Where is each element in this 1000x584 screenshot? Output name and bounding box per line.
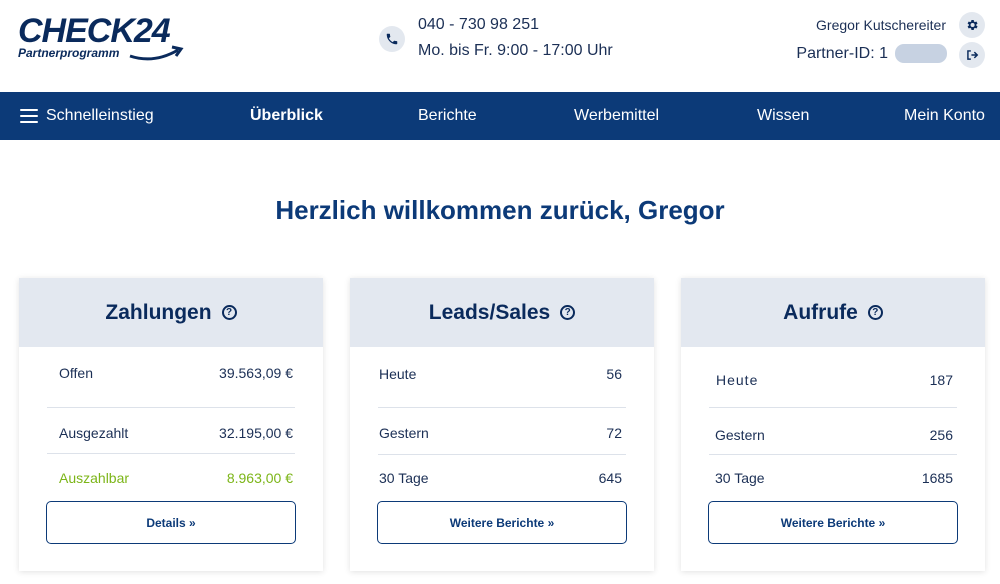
phone-icon <box>379 26 405 52</box>
welcome-heading: Herzlich willkommen zurück, Gregor <box>275 195 725 225</box>
row-value: 187 <box>929 372 953 388</box>
row-value: 39.563,09 € <box>219 365 293 381</box>
divider <box>47 453 295 454</box>
row-value: 8.963,00 € <box>226 470 293 486</box>
settings-button[interactable] <box>959 12 985 38</box>
support-phone[interactable]: 040 - 730 98 251 <box>418 16 539 34</box>
row-value: 56 <box>606 366 622 382</box>
user-name: Gregor Kutschereiter <box>816 17 946 33</box>
more-reports-button[interactable]: Weitere Berichte » <box>708 501 958 544</box>
details-button[interactable]: Details » <box>46 501 296 544</box>
logout-icon <box>967 50 979 60</box>
divider <box>709 407 957 408</box>
card-title: Aufrufe <box>783 300 858 324</box>
card-title: Leads/Sales <box>428 300 551 324</box>
main-navigation: Schnelleinstieg Überblick Berichte Werbe… <box>0 92 1000 140</box>
question-icon[interactable]: ? <box>867 305 883 320</box>
divider <box>378 454 626 455</box>
check24-logo[interactable]: CHECK24 Partnerprogramm <box>18 14 188 64</box>
nav-item-werbemittel[interactable]: Werbemittel <box>574 107 659 125</box>
leads-sales-card: Leads/Sales ? Heute 56 Gestern 72 30 Tag… <box>350 278 654 571</box>
views-card: Aufrufe ? Heute 187 Gestern 256 30 Tage … <box>681 278 985 571</box>
nav-item-wissen[interactable]: Wissen <box>757 107 809 125</box>
divider <box>47 407 295 408</box>
card-header: Zahlungen ? <box>19 278 323 347</box>
nav-item-berichte[interactable]: Berichte <box>418 107 477 125</box>
nav-item-schnelleinstieg[interactable]: Schnelleinstieg <box>46 107 154 125</box>
logout-button[interactable] <box>959 42 985 68</box>
divider <box>378 407 626 408</box>
row-value: 32.195,00 € <box>219 425 293 441</box>
row-label: Ausgezahlt <box>59 425 129 441</box>
nav-item-mein-konto[interactable]: Mein Konto <box>904 107 985 125</box>
row-label: Heute <box>716 372 759 388</box>
row-value: 1685 <box>921 470 953 486</box>
hamburger-icon[interactable] <box>20 109 38 123</box>
more-reports-button[interactable]: Weitere Berichte » <box>377 501 627 544</box>
partner-id-redacted <box>895 44 947 63</box>
question-icon[interactable]: ? <box>560 305 576 320</box>
card-header: Leads/Sales ? <box>350 278 654 347</box>
row-label: 30 Tage <box>715 470 765 486</box>
row-label: Gestern <box>715 427 765 443</box>
logo-text: CHECK24 <box>18 12 171 50</box>
logo-swoosh-icon <box>129 45 184 61</box>
row-label: Offen <box>59 365 93 381</box>
top-header: CHECK24 Partnerprogramm 040 - 730 98 251… <box>0 0 1000 92</box>
row-label: Gestern <box>379 425 429 441</box>
row-value: 645 <box>598 470 622 486</box>
partner-id: Partner-ID: 1 <box>796 45 888 62</box>
divider <box>709 454 957 455</box>
row-label: Heute <box>379 366 417 382</box>
row-label: Auszahlbar <box>59 470 130 486</box>
nav-item-ueberblick[interactable]: Überblick <box>250 107 323 125</box>
support-hours: Mo. bis Fr. 9:00 - 17:00 Uhr <box>418 42 613 59</box>
row-value: 256 <box>929 427 953 443</box>
card-title: Zahlungen <box>105 300 212 324</box>
question-icon[interactable]: ? <box>221 305 237 320</box>
row-value: 72 <box>606 425 622 441</box>
row-label: 30 Tage <box>379 470 429 486</box>
payments-card: Zahlungen ? Offen 39.563,09 € Ausgezahlt… <box>19 278 323 571</box>
gear-icon <box>967 19 978 31</box>
card-header: Aufrufe ? <box>681 278 985 347</box>
